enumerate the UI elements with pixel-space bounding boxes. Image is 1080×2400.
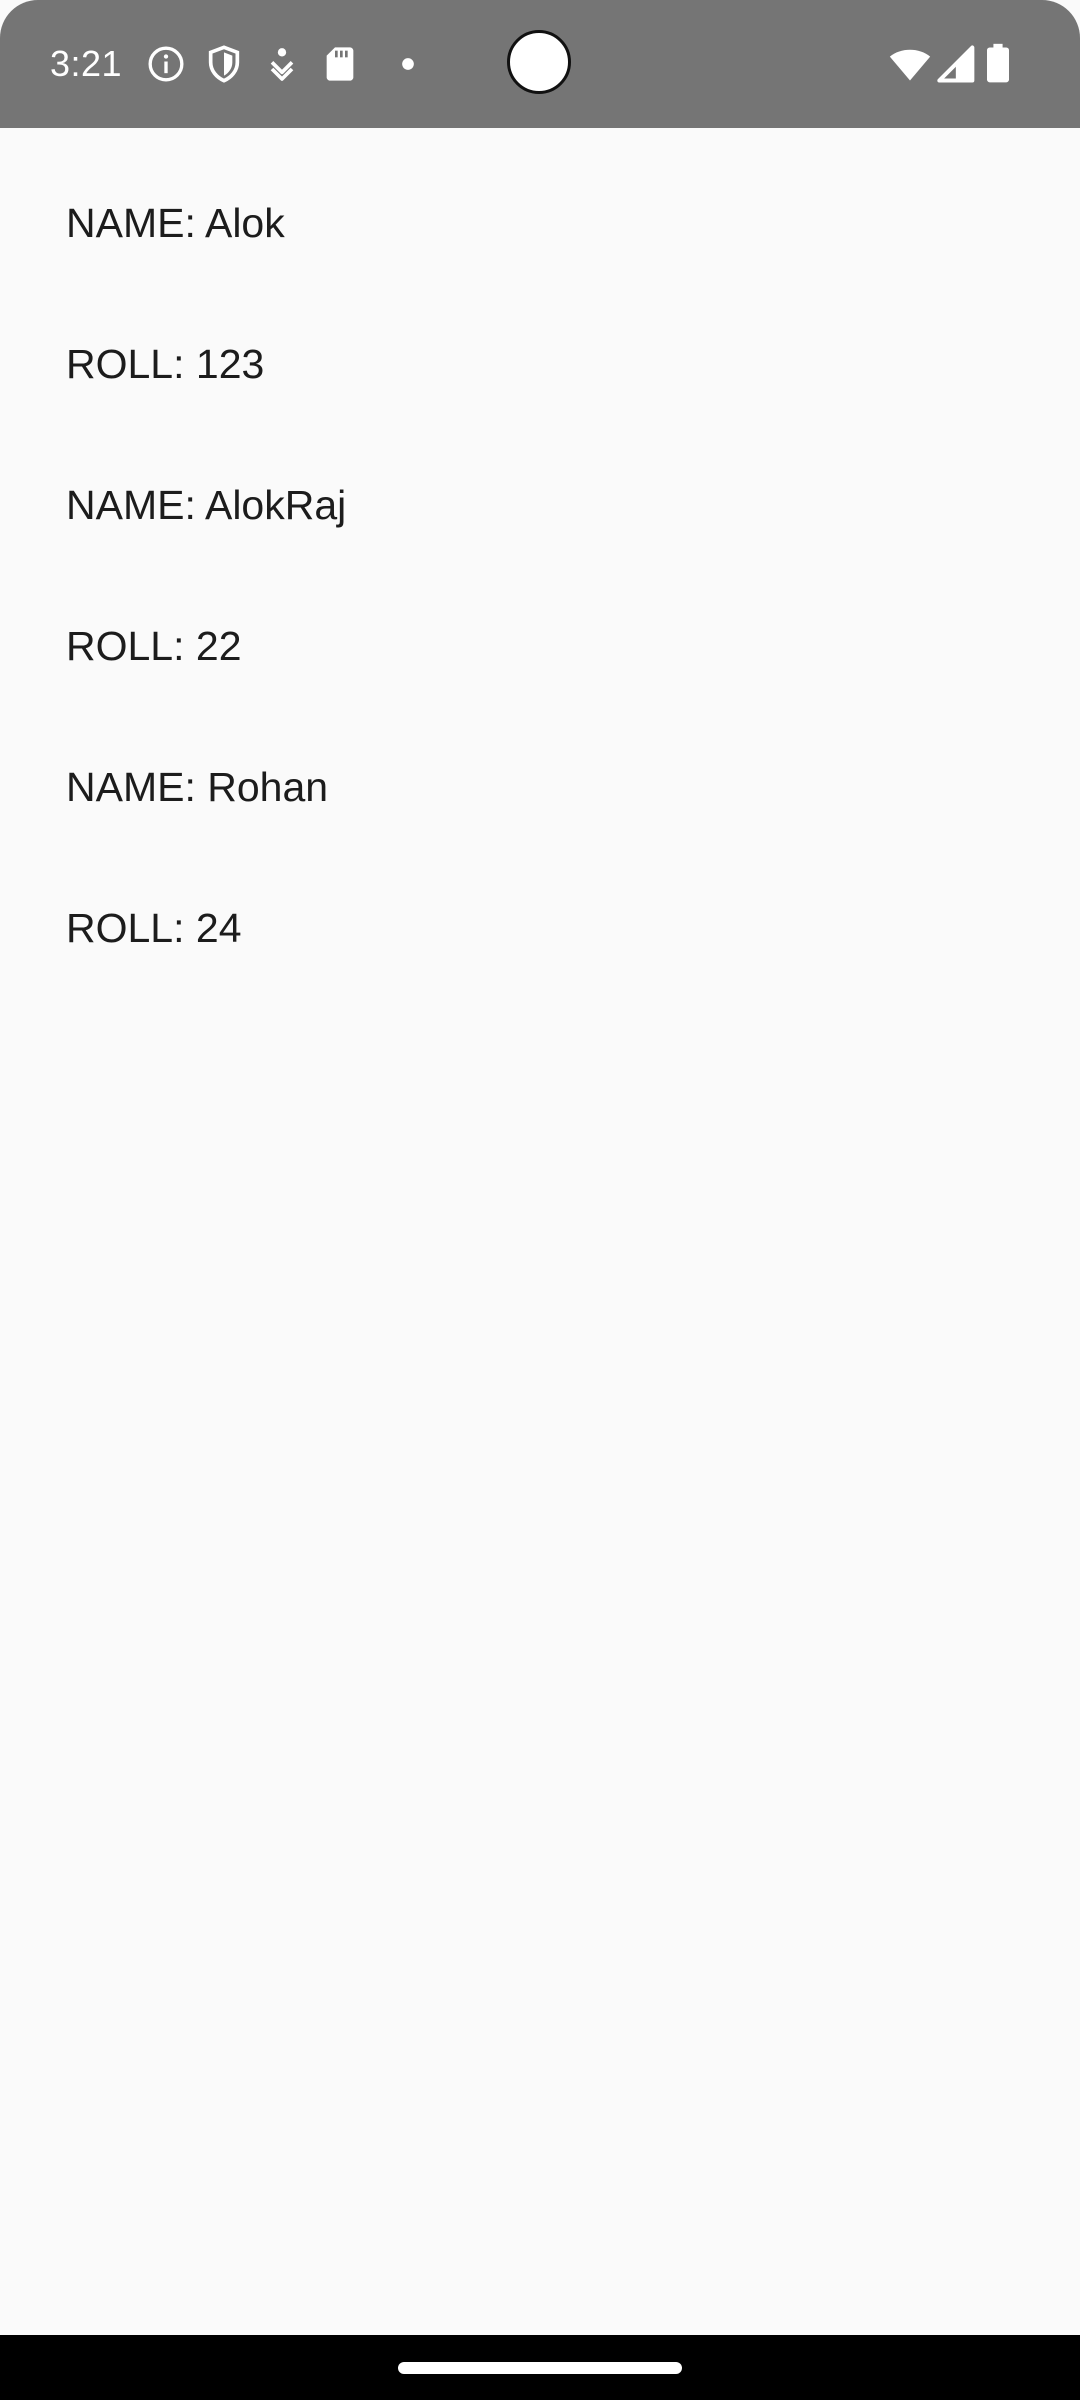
record-roll: ROLL: 123 <box>66 341 265 387</box>
record-name: NAME: Alok <box>66 200 285 246</box>
record-name: NAME: AlokRaj <box>66 482 347 528</box>
record-name: NAME: Rohan <box>66 764 329 810</box>
shield-icon <box>208 45 240 83</box>
record-roll: ROLL: 24 <box>66 905 242 951</box>
cellular-signal-icon <box>937 45 975 83</box>
status-time: 3:21 <box>50 43 123 84</box>
battery-icon <box>987 43 1009 83</box>
navigation-bar <box>0 2335 1080 2400</box>
wifi-icon <box>889 49 931 81</box>
dot-icon <box>402 58 414 70</box>
sd-card-icon <box>326 47 354 81</box>
status-bar: 3:21 <box>0 0 1080 128</box>
info-icon <box>148 46 184 82</box>
download-icon <box>270 48 294 81</box>
camera-cutout <box>507 30 571 94</box>
record-roll: ROLL: 22 <box>66 623 242 669</box>
home-gesture-handle[interactable] <box>398 2362 682 2374</box>
records-list: NAME: Alok ROLL: 123 NAME: AlokRaj ROLL:… <box>0 128 1080 2335</box>
